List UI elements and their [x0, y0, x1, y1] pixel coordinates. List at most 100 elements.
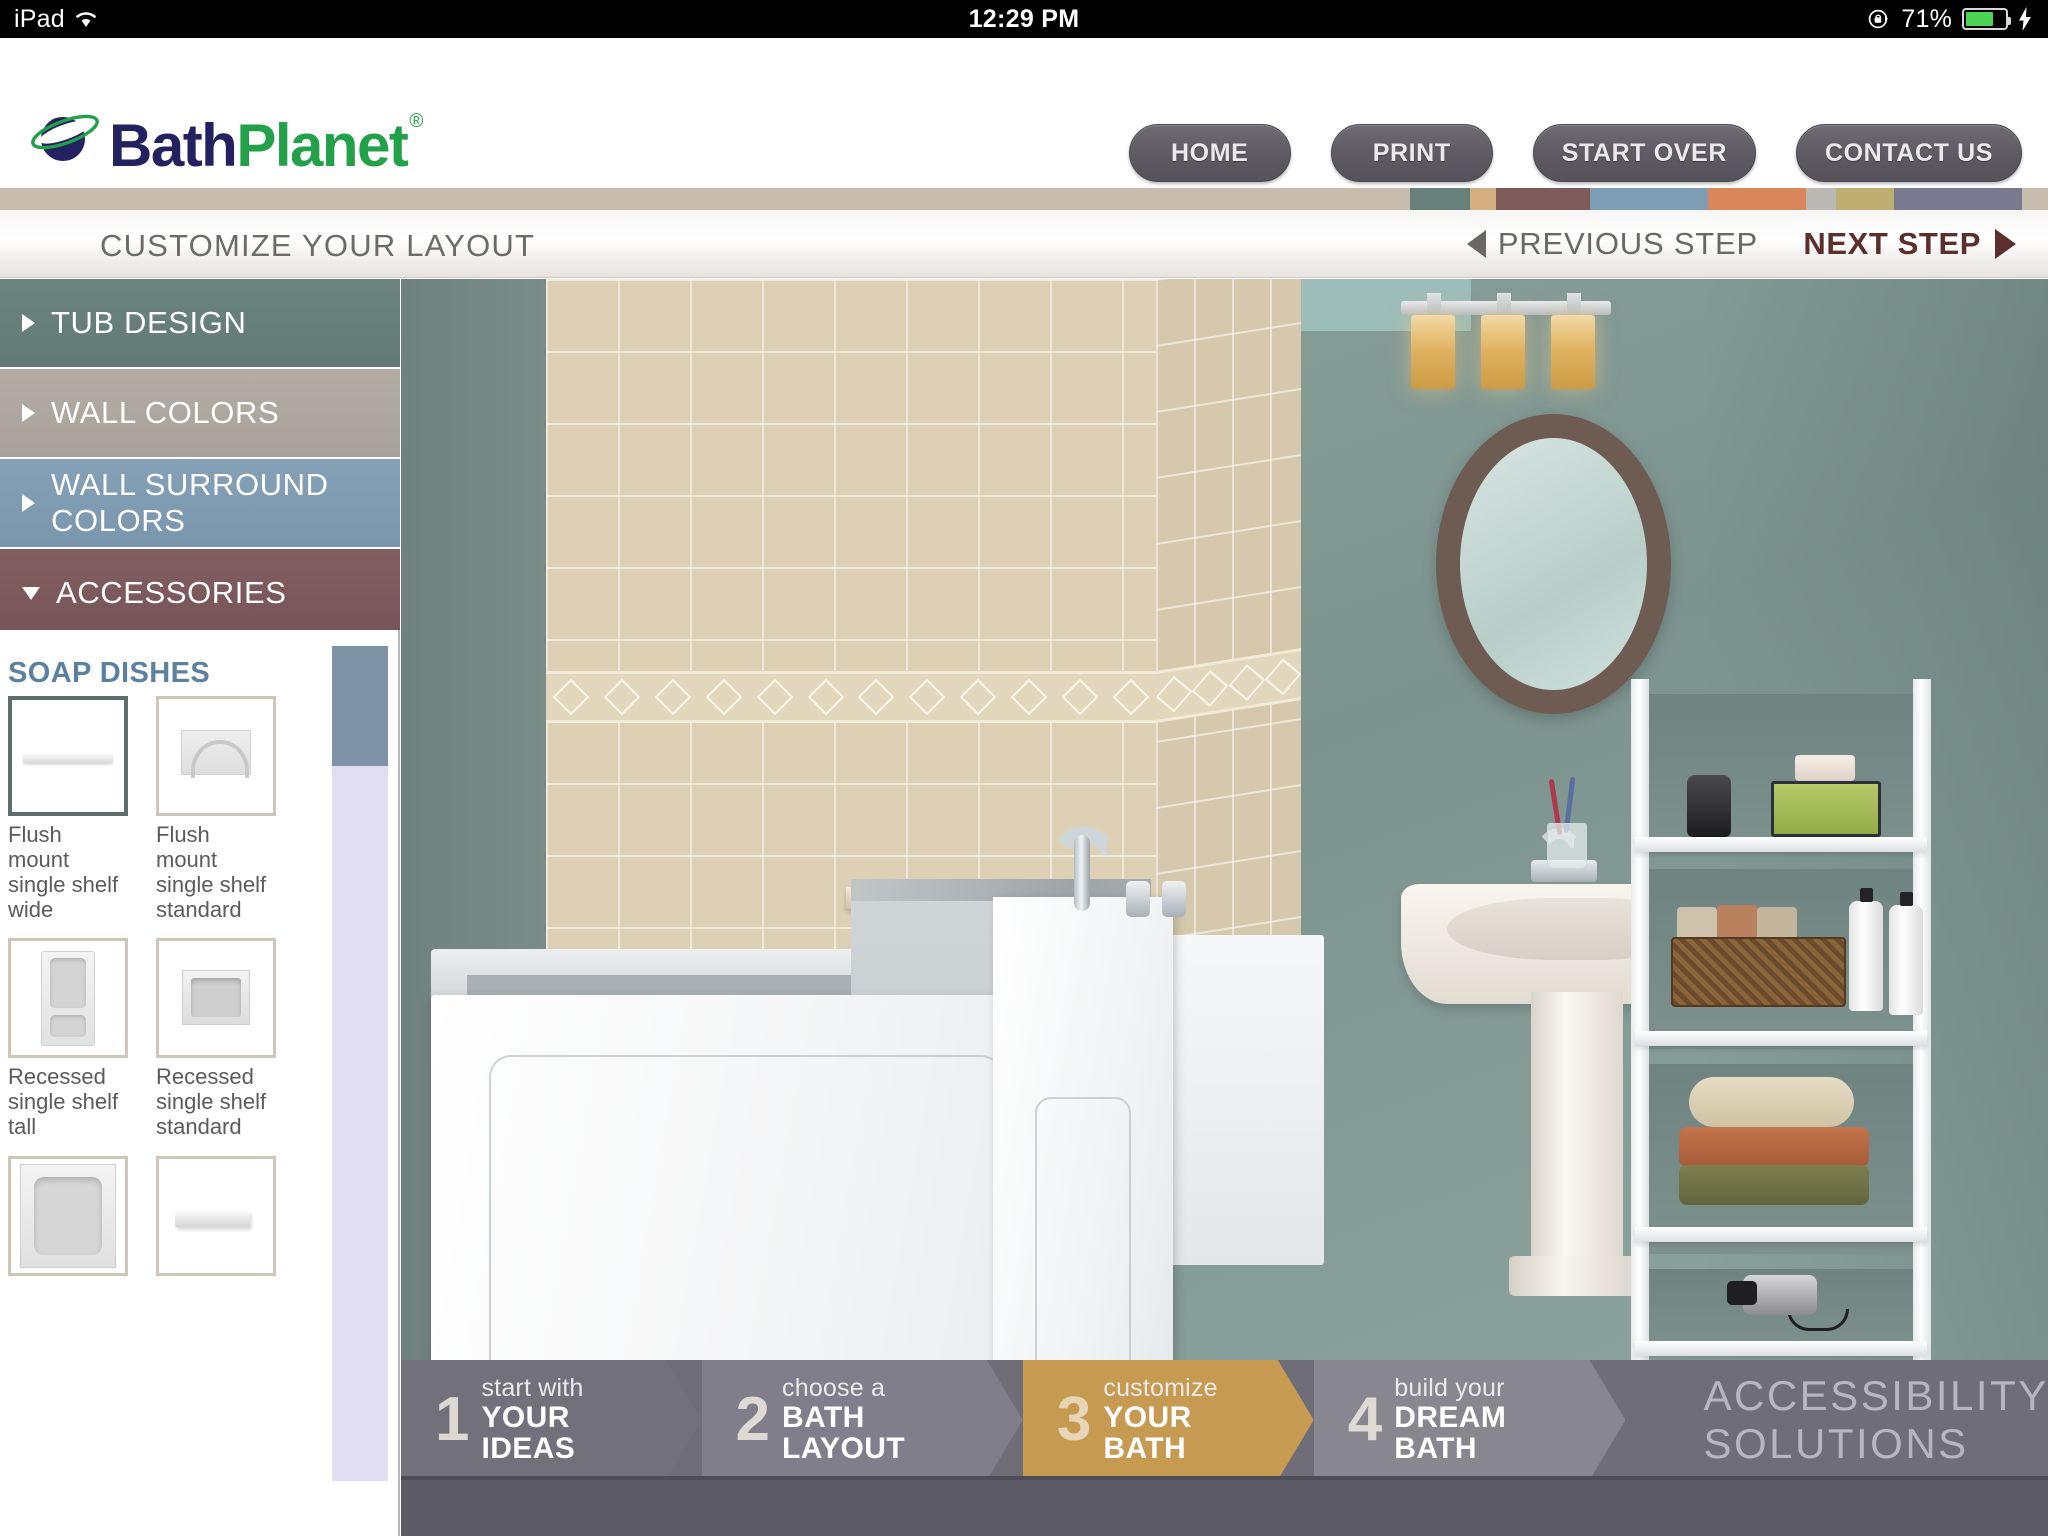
cup-glass	[1547, 823, 1587, 869]
option-label: Recessed single shelf tall	[8, 1064, 119, 1140]
next-step-label: NEXT STEP	[1803, 226, 1981, 261]
registered-mark: ®	[409, 111, 423, 132]
contact-us-button[interactable]: CONTACT US	[1795, 124, 2022, 182]
clock-time: 12:29 PM	[968, 4, 1080, 33]
lightning-bolt-icon	[2018, 7, 2032, 31]
start-over-button[interactable]: START OVER	[1532, 124, 1756, 182]
soap-dish-option-recessed-tall[interactable]	[8, 938, 128, 1059]
option-cell: Flush mount single shelf wide	[8, 696, 128, 934]
step-number: 2	[735, 1385, 771, 1455]
panel-scrollbar-thumb[interactable]	[332, 646, 388, 766]
arrow-down-icon	[22, 586, 40, 600]
planet-swoosh-icon	[27, 108, 103, 180]
recessed-tall-icon	[11, 941, 125, 1055]
color-stripe	[1708, 188, 1806, 210]
green-box	[1771, 781, 1881, 837]
step-3-your-bath[interactable]: 3 customize YOUR BATH	[1023, 1360, 1314, 1480]
sidebar-divider	[398, 630, 400, 1536]
print-button[interactable]: PRINT	[1330, 124, 1493, 182]
option-cell: Recessed single shelf tall	[8, 938, 128, 1152]
faucet-handle-hot[interactable]	[1126, 881, 1150, 917]
toothbrush-cup	[1547, 776, 1587, 869]
bathroom-render-stage[interactable]	[401, 279, 2048, 1536]
previous-step-label: PREVIOUS STEP	[1497, 226, 1758, 261]
soap-dish-option-flush-wide[interactable]	[8, 696, 128, 816]
folded-towel	[1679, 1127, 1869, 1167]
tile-surround-side	[1156, 279, 1301, 979]
flush-mount-standard-icon	[159, 699, 273, 813]
step-title: BATH LAYOUT	[782, 1400, 905, 1466]
tile-accent-band	[546, 671, 1156, 723]
soap-dish-option-square[interactable]	[8, 1156, 128, 1277]
ios-status-bar: iPad 12:29 PM 71%	[0, 0, 2048, 38]
step-1-your-ideas[interactable]: 1 start with YOUR IDEAS	[401, 1360, 702, 1480]
arrow-right-icon	[22, 314, 35, 332]
faucet-spout	[1074, 835, 1090, 911]
option-row-partial	[8, 1156, 298, 1277]
color-swatch-strip	[0, 188, 2048, 210]
white-container	[1795, 755, 1855, 781]
soap-dish-option-flush-standard[interactable]	[156, 696, 276, 816]
soap-dishes-panel: SOAP DISHES Flush mount single shelf wid…	[0, 630, 400, 1536]
sidebar-section-tub-design[interactable]: TUB DESIGN	[0, 279, 400, 369]
step-2-bath-layout[interactable]: 2 choose a BATH LAYOUT	[702, 1360, 1023, 1480]
soap-dish-option-ledge[interactable]	[156, 1156, 276, 1277]
sidebar-section-label: WALL COLORS	[51, 395, 280, 430]
sink-pedestal	[1531, 992, 1623, 1292]
bottle	[1889, 892, 1923, 1015]
corner-ledge-icon	[159, 1159, 273, 1273]
soap-dish-option-grid: Flush mount single shelf wide Flush moun…	[8, 696, 298, 1280]
color-stripe	[1836, 188, 1894, 210]
recessed-square-icon	[11, 1159, 125, 1273]
sidebar-section-wall-colors[interactable]: WALL COLORS	[0, 369, 400, 459]
option-cell	[8, 1156, 128, 1277]
header-nav-buttons: HOME PRINT START OVER CONTACT US	[1128, 124, 2022, 182]
rotation-lock-icon	[1867, 7, 1891, 31]
color-stripe	[1590, 188, 1708, 210]
status-bar-clock: 12:29 PM	[0, 0, 2048, 38]
faucet-handle-cold[interactable]	[1162, 881, 1186, 917]
step-4-dream-bath[interactable]: 4 build your DREAM BATH	[1314, 1360, 1626, 1480]
woven-basket	[1671, 937, 1846, 1007]
option-label: Recessed single shelf standard	[156, 1064, 267, 1140]
color-stripe	[2022, 188, 2048, 210]
sidebar-section-label: TUB DESIGN	[51, 305, 247, 340]
color-stripe	[1894, 188, 2022, 210]
status-bar-right: 71%	[1867, 0, 2032, 38]
sub-navigation-bar: CUSTOMIZE YOUR LAYOUT PREVIOUS STEP NEXT…	[0, 210, 2048, 278]
step-number: 4	[1347, 1385, 1383, 1455]
footer-base	[401, 1480, 2048, 1536]
sidebar-section-label: ACCESSORIES	[56, 575, 287, 610]
color-stripe	[1806, 188, 1836, 210]
soap-dish-option-recessed-standard[interactable]	[156, 938, 276, 1059]
option-row: Recessed single shelf tall Recessed sing…	[8, 938, 298, 1152]
previous-step-button[interactable]: PREVIOUS STEP	[1466, 226, 1758, 262]
next-step-button[interactable]: NEXT STEP	[1803, 226, 2016, 262]
home-button[interactable]: HOME	[1128, 124, 1291, 182]
step-subtitle: customize	[1103, 1374, 1218, 1403]
light-shade	[1551, 315, 1595, 389]
oval-mirror	[1436, 414, 1671, 714]
step-number: 1	[435, 1385, 470, 1455]
sidebar-section-wall-surround-colors[interactable]: WALL SURROUND COLORS	[0, 459, 400, 549]
option-cell: Recessed single shelf standard	[156, 938, 276, 1152]
bathplanet-logo[interactable]: BathPlanet ®	[27, 108, 423, 180]
tile-grid	[1156, 279, 1301, 979]
logo-planet-text: Planet	[236, 112, 409, 179]
sink-base	[1509, 1256, 1645, 1296]
hair-dryer	[1727, 1275, 1849, 1331]
step-subtitle: start with	[481, 1374, 584, 1403]
flush-mount-wide-icon	[12, 700, 124, 812]
battery-icon	[1962, 8, 2011, 30]
option-cell	[156, 1156, 276, 1277]
triangle-right-icon	[1995, 229, 2016, 259]
panel-scrollbar[interactable]	[332, 646, 388, 1481]
diamond-accent-row	[546, 674, 1156, 720]
tub-back-wall-segment	[1149, 935, 1324, 1265]
logo-bath-text: Bath	[109, 112, 238, 179]
vanity-light-fixture	[1401, 289, 1611, 394]
color-stripe	[1496, 188, 1590, 210]
sidebar-section-accessories[interactable]: ACCESSORIES	[0, 549, 400, 639]
tub-faucet[interactable]	[1026, 825, 1186, 945]
light-shade	[1411, 315, 1455, 389]
